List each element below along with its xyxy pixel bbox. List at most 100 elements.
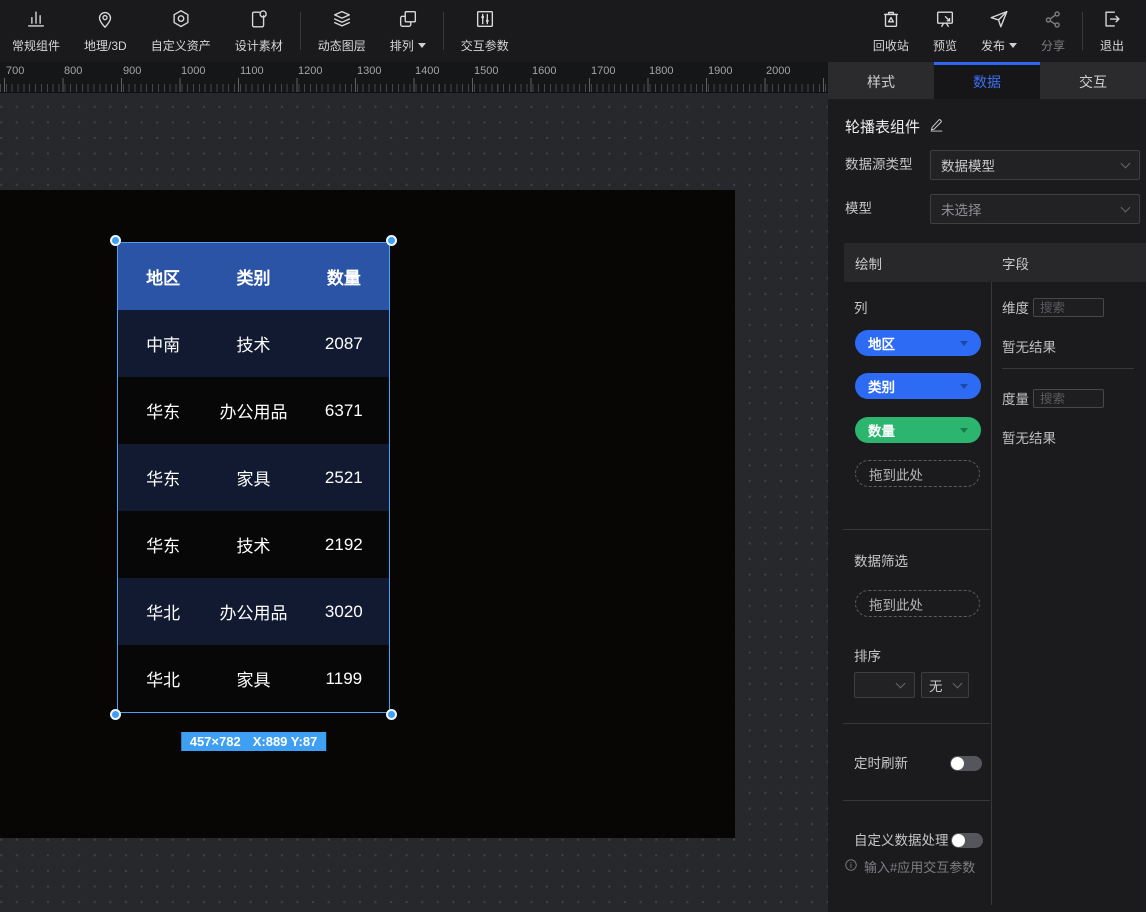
draw-fields-header: 绘制 字段 (844, 243, 1146, 282)
section-fields-label[interactable]: 字段 (991, 253, 1029, 273)
toolbar-item-arrange[interactable]: 排列 (378, 0, 438, 62)
resize-handle-top-right[interactable] (386, 235, 397, 246)
table-header-row: 地区 类别 数量 (118, 243, 389, 310)
design-asset-icon (248, 8, 270, 33)
preview-monitor-icon (934, 8, 956, 33)
table-cell: 家具 (208, 465, 298, 490)
sliders-icon (474, 8, 496, 33)
model-select[interactable]: 未选择 (930, 194, 1140, 224)
measure-label: 度量 (1002, 392, 1029, 408)
filter-dropzone[interactable]: 拖到此处 (855, 590, 980, 617)
tab-interaction[interactable]: 交互 (1040, 62, 1146, 99)
resize-handle-bottom-right[interactable] (386, 709, 397, 720)
chevron-down-icon (960, 428, 968, 433)
editor-workspace[interactable]: 地区 类别 数量 中南 技术 2087 华东 办公用品 6371 华东 家具 (0, 93, 828, 912)
ruler-major-ticks (0, 78, 828, 92)
custom-processing-toggle[interactable] (951, 833, 983, 848)
table-cell: 家具 (208, 666, 298, 691)
column-pill-region[interactable]: 地区 (855, 330, 981, 356)
ruler-label: 1000 (181, 65, 205, 77)
resize-handle-top-left[interactable] (110, 235, 121, 246)
toolbar-item-label: 常规组件 (12, 37, 60, 54)
toolbar-left-group: 常规组件 地理/3D 自定义资产 设计素材 动态图层 排列 (0, 0, 521, 62)
ruler-label: 1200 (298, 65, 322, 77)
design-canvas[interactable]: 地区 类别 数量 中南 技术 2087 华东 办公用品 6371 华东 家具 (0, 190, 735, 838)
pill-label: 地区 (868, 333, 895, 353)
toolbar-item-label: 排列 (390, 37, 414, 54)
toolbar-item-label: 预览 (933, 37, 957, 54)
column-pill-category[interactable]: 类别 (855, 373, 981, 399)
toolbar-item-dynamic-layers[interactable]: 动态图层 (306, 0, 378, 62)
tab-style[interactable]: 样式 (828, 62, 934, 99)
tab-data[interactable]: 数据 (934, 62, 1040, 99)
selection-size-badge: 457×782 X:889 Y:87 (181, 732, 327, 751)
selection-position: X:889 Y:87 (253, 734, 318, 749)
table-cell: 技术 (208, 331, 298, 356)
table-row: 华东 家具 2521 (118, 444, 389, 511)
table-cell: 2521 (299, 468, 389, 488)
toolbar-item-design-assets[interactable]: 设计素材 (223, 0, 295, 62)
component-title: 轮播表组件 (845, 116, 920, 137)
toolbar-item-geo3d[interactable]: 地理/3D (72, 0, 139, 62)
ruler-label: 1400 (415, 65, 439, 77)
edit-pencil-icon[interactable] (929, 117, 944, 136)
bar-chart-icon (25, 8, 47, 33)
datasource-type-select[interactable]: 数据模型 (930, 150, 1140, 180)
toolbar-item-publish[interactable]: 发布 (969, 0, 1029, 62)
section-divider (1002, 368, 1134, 369)
ruler-label: 1300 (357, 65, 381, 77)
toolbar-item-preview[interactable]: 预览 (921, 0, 969, 62)
toolbar-item-interaction-params[interactable]: 交互参数 (449, 0, 521, 62)
hint-text: 输入#应用交互参数 (864, 857, 975, 876)
toolbar-item-custom-assets[interactable]: 自定义资产 (139, 0, 223, 62)
top-toolbar: 常规组件 地理/3D 自定义资产 设计素材 动态图层 排列 (0, 0, 1146, 62)
toolbar-item-label: 设计素材 (235, 37, 283, 54)
exit-icon (1101, 8, 1123, 33)
section-divider (843, 723, 990, 724)
timed-refresh-toggle[interactable] (950, 756, 982, 771)
component-title-row: 轮播表组件 (845, 116, 944, 137)
toolbar-item-recycle-bin[interactable]: 回收站 (861, 0, 921, 62)
custom-processing-label: 自定义数据处理 (854, 833, 949, 849)
model-label: 模型 (845, 201, 872, 217)
section-draw-label[interactable]: 绘制 (844, 253, 991, 273)
ruler-label: 1700 (591, 65, 615, 77)
toolbar-divider (443, 12, 444, 50)
toolbar-item-components[interactable]: 常规组件 (0, 0, 72, 62)
table-cell: 华东 (118, 465, 208, 490)
horizontal-ruler: 700 800 900 1000 1100 1200 1300 1400 150… (0, 62, 828, 93)
recycle-bin-icon (880, 8, 902, 33)
publish-plane-icon (988, 8, 1010, 33)
toolbar-item-exit[interactable]: 退出 (1088, 0, 1136, 62)
sort-order-select[interactable]: 无 (921, 672, 969, 698)
sort-field-select[interactable] (854, 672, 915, 698)
chevron-down-icon (960, 384, 968, 389)
section-divider (843, 800, 990, 801)
dropzone-label: 拖到此处 (869, 464, 923, 484)
measure-search-input[interactable] (1033, 389, 1104, 408)
table-header-cell: 数量 (299, 264, 389, 289)
toolbar-divider (300, 12, 301, 50)
table-cell: 华东 (118, 398, 208, 423)
toolbar-item-label: 交互参数 (461, 37, 509, 54)
ruler-label: 1600 (532, 65, 556, 77)
table-cell: 中南 (118, 331, 208, 356)
columns-dropzone[interactable]: 拖到此处 (855, 460, 980, 487)
ruler-label: 800 (64, 65, 82, 77)
resize-handle-bottom-left[interactable] (110, 709, 121, 720)
carousel-table-component[interactable]: 地区 类别 数量 中南 技术 2087 华东 办公用品 6371 华东 家具 (117, 242, 390, 713)
column-pill-quantity[interactable]: 数量 (855, 417, 981, 443)
table-cell: 6371 (299, 401, 389, 421)
select-value: 未选择 (941, 199, 982, 219)
chevron-down-icon (1121, 202, 1131, 212)
arrange-icon (397, 8, 419, 33)
toolbar-item-label: 退出 (1100, 37, 1124, 54)
table-header-cell: 类别 (208, 264, 298, 289)
share-nodes-icon (1042, 8, 1064, 33)
info-icon (844, 858, 858, 875)
toggle-knob (952, 834, 965, 847)
dimension-search-input[interactable] (1033, 298, 1104, 317)
chevron-down-icon (1121, 158, 1131, 168)
toolbar-item-share[interactable]: 分享 (1029, 0, 1077, 62)
table-row: 华东 办公用品 6371 (118, 377, 389, 444)
